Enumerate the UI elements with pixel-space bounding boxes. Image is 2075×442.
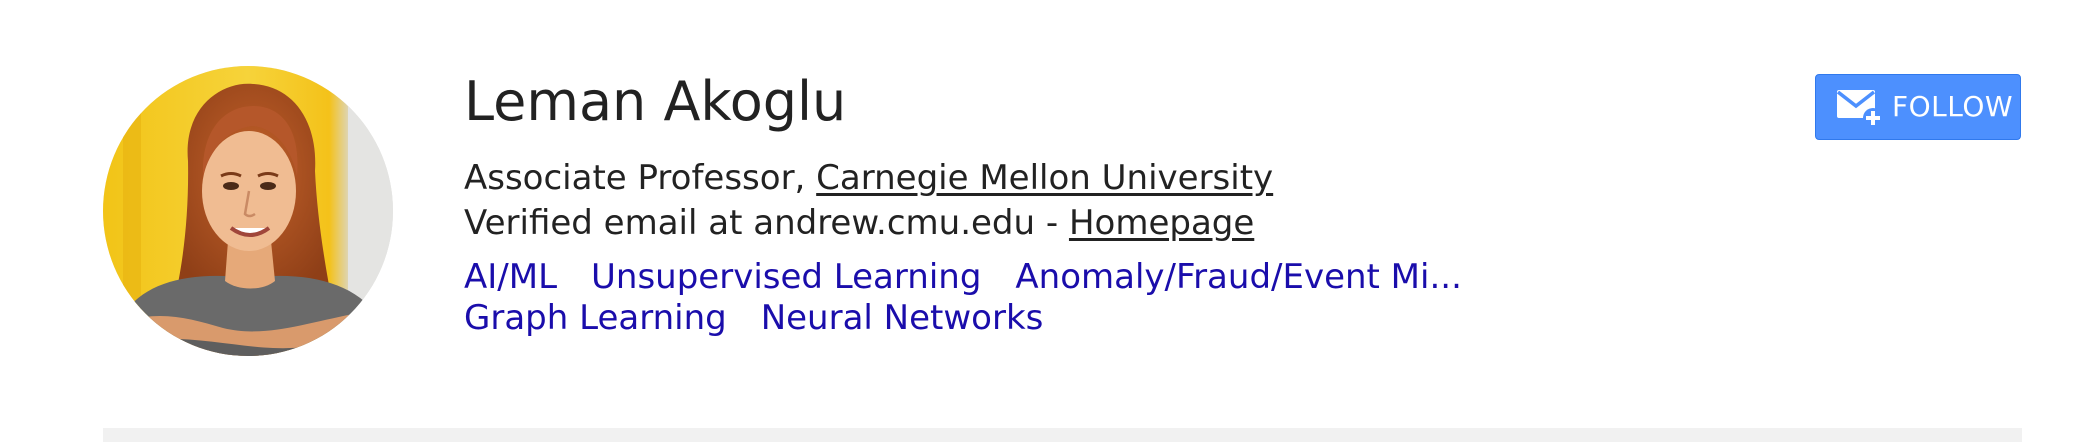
content-divider (103, 428, 2022, 442)
homepage-link[interactable]: Homepage (1069, 203, 1254, 243)
profile-info: Leman Akoglu Associate Professor, Carneg… (464, 66, 1764, 339)
interest-link-neural-networks[interactable]: Neural Networks (761, 298, 1044, 339)
affiliation: Associate Professor, Carnegie Mellon Uni… (464, 156, 1764, 201)
email-line: Verified email at andrew.cmu.edu - Homep… (464, 201, 1764, 246)
avatar (103, 66, 393, 356)
verified-email-text: Verified email at andrew.cmu.edu - (464, 203, 1069, 243)
interest-link-anomaly-fraud-event[interactable]: Anomaly/Fraud/Event Mi... (1015, 257, 1461, 298)
mail-plus-icon (1836, 88, 1883, 128)
interests-list: AI/ML Unsupervised Learning Anomaly/Fraud/… (464, 257, 1764, 339)
follow-button-label: FOLLOW (1892, 90, 2014, 123)
follow-button[interactable]: FOLLOW (1815, 74, 2021, 140)
profile-header: Leman Akoglu Associate Professor, Carneg… (0, 0, 2075, 420)
interest-link-ai-ml[interactable]: AI/ML (464, 257, 557, 298)
profile-name: Leman Akoglu (464, 70, 847, 133)
interest-link-graph-learning[interactable]: Graph Learning (464, 298, 727, 339)
affiliation-link[interactable]: Carnegie Mellon University (816, 158, 1273, 198)
affiliation-title: Associate Professor, (464, 158, 817, 198)
interest-link-unsupervised-learning[interactable]: Unsupervised Learning (591, 257, 981, 298)
